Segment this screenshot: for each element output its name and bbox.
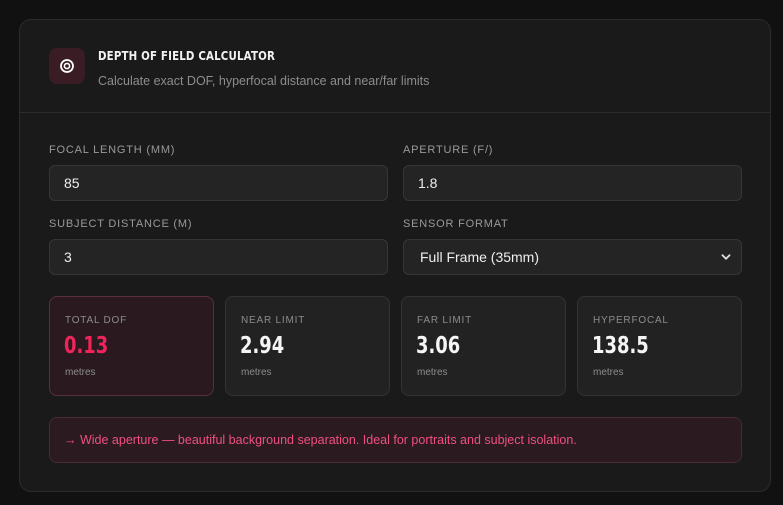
aperture-label: APERTURE (F/) xyxy=(403,144,494,156)
stat-unit: metres xyxy=(65,367,96,378)
stat-value: 0.13 xyxy=(64,333,109,359)
stat-label: NEAR LIMIT xyxy=(241,315,306,326)
calculator-card: DEPTH OF FIELD CALCULATOR Calculate exac… xyxy=(19,19,771,492)
hyperfocal-card: HYPERFOCAL 138.5 metres xyxy=(577,296,742,396)
stat-value: 3.06 xyxy=(416,333,461,359)
subject-distance-input[interactable]: 3 xyxy=(49,239,388,275)
subject-distance-value: 3 xyxy=(64,249,72,265)
calculator-header: DEPTH OF FIELD CALCULATOR Calculate exac… xyxy=(20,20,770,113)
aperture-input[interactable]: 1.8 xyxy=(403,165,742,201)
aperture-icon xyxy=(49,48,85,84)
focal-length-input[interactable]: 85 xyxy=(49,165,388,201)
focal-length-label: FOCAL LENGTH (MM) xyxy=(49,144,176,156)
advice-note-text: → Wide aperture — beautiful background s… xyxy=(64,433,577,447)
chevron-down-icon xyxy=(721,249,731,265)
advice-note: → Wide aperture — beautiful background s… xyxy=(49,417,742,463)
far-limit-card: FAR LIMIT 3.06 metres xyxy=(401,296,566,396)
aperture-value: 1.8 xyxy=(418,175,438,191)
stat-label: FAR LIMIT xyxy=(417,315,472,326)
stat-value: 138.5 xyxy=(592,333,649,359)
page-title: DEPTH OF FIELD CALCULATOR xyxy=(98,48,276,63)
page-subtitle: Calculate exact DOF, hyperfocal distance… xyxy=(98,74,430,88)
stat-value: 2.94 xyxy=(240,333,285,359)
sensor-format-select[interactable]: Full Frame (35mm) xyxy=(403,239,742,275)
stat-unit: metres xyxy=(593,367,624,378)
stat-label: TOTAL DOF xyxy=(65,315,128,326)
sensor-format-value: Full Frame (35mm) xyxy=(420,249,540,265)
subject-distance-label: SUBJECT DISTANCE (M) xyxy=(49,218,193,230)
stat-unit: metres xyxy=(241,367,272,378)
sensor-format-label: SENSOR FORMAT xyxy=(403,218,509,230)
stat-unit: metres xyxy=(417,367,448,378)
focal-length-value: 85 xyxy=(64,175,80,191)
stat-label: HYPERFOCAL xyxy=(593,315,669,326)
near-limit-card: NEAR LIMIT 2.94 metres xyxy=(225,296,390,396)
total-dof-card: TOTAL DOF 0.13 metres xyxy=(49,296,214,396)
